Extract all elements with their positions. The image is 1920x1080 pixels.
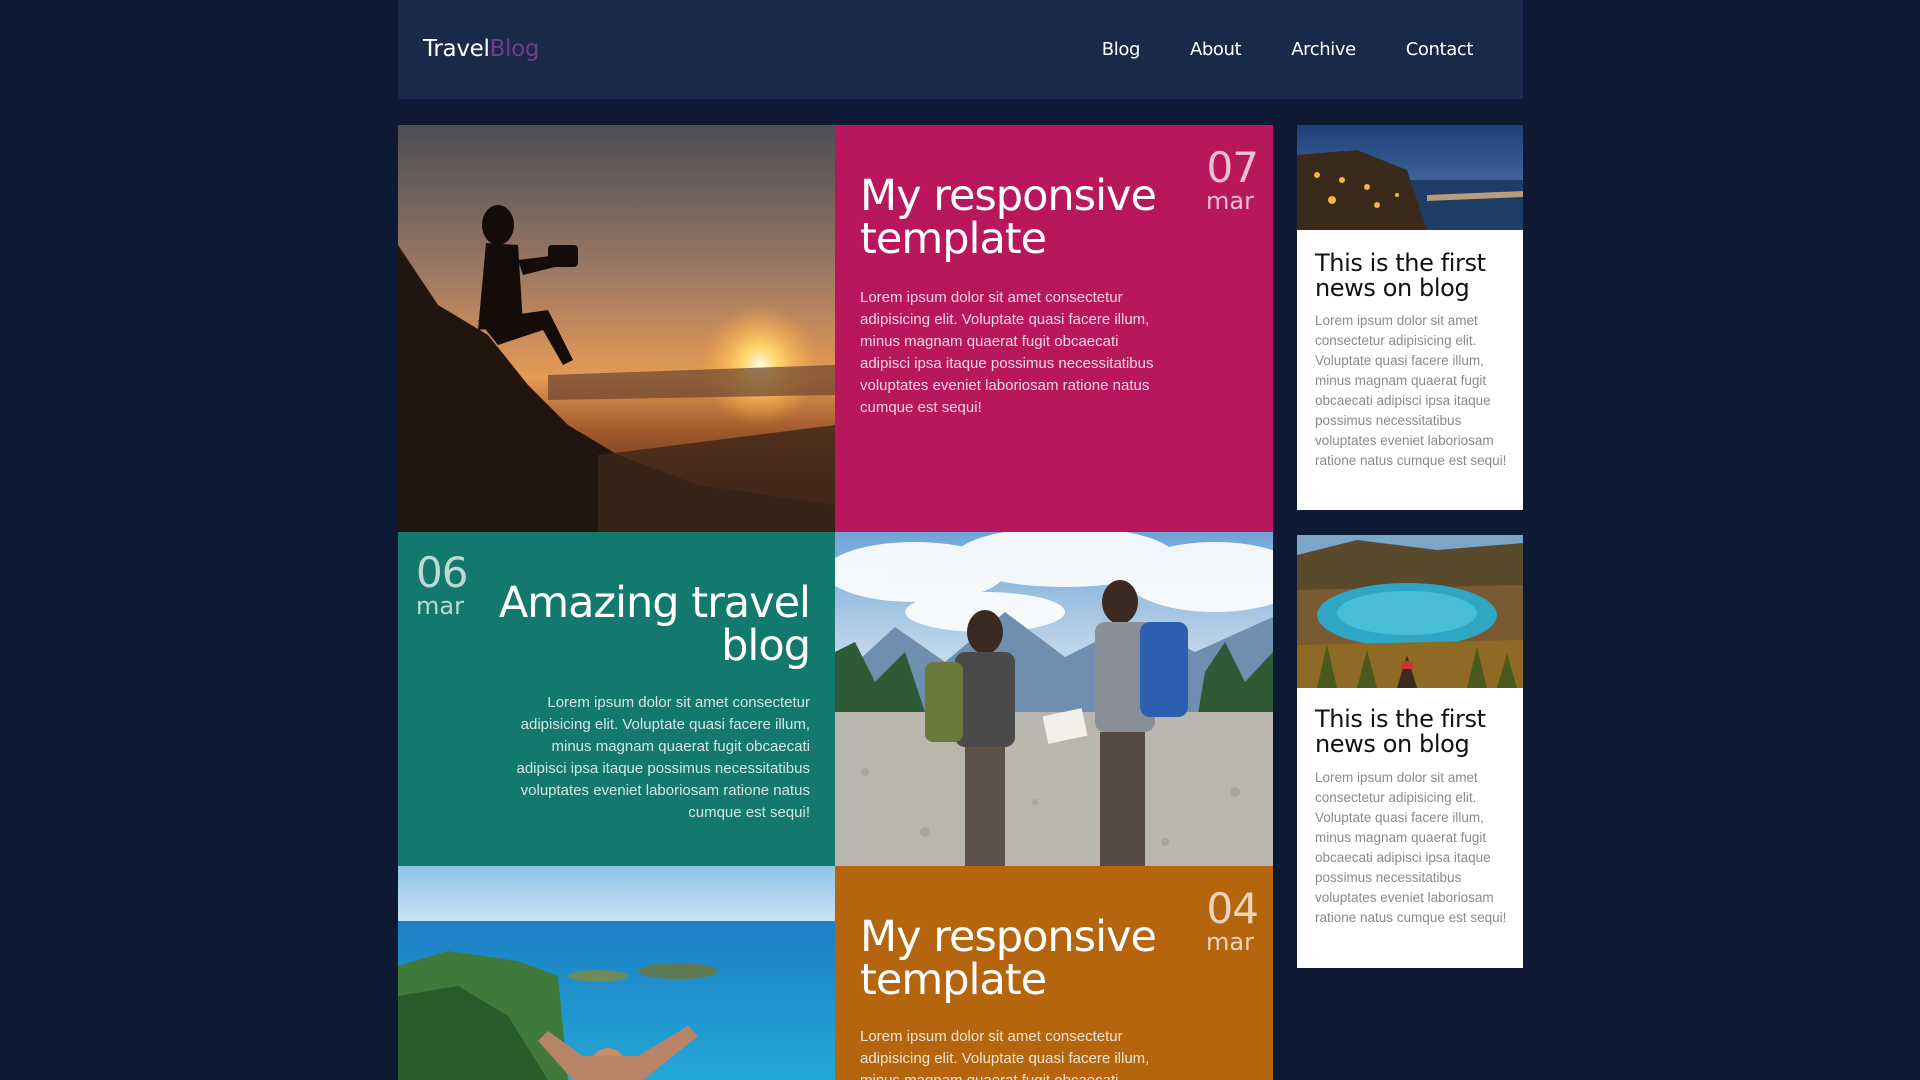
site-header: TravelBlog Blog About Archive Contact bbox=[398, 0, 1523, 99]
nav-link-archive[interactable]: Archive bbox=[1291, 39, 1356, 60]
sidebar-news-excerpt: Lorem ipsum dolor sit amet consectetur a… bbox=[1315, 770, 1507, 925]
post-date-month: mar bbox=[416, 592, 464, 620]
post-title[interactable]: Amazing travel blog bbox=[498, 578, 811, 671]
hikers-illustration bbox=[835, 532, 1273, 866]
sidebar-news-title-line: This is the first bbox=[1315, 249, 1486, 277]
post-title[interactable]: My responsive template bbox=[860, 912, 1157, 1005]
island-view-image[interactable] bbox=[398, 866, 835, 1080]
post-date-month: mar bbox=[1206, 187, 1254, 215]
site-logo[interactable]: TravelBlog bbox=[423, 36, 540, 62]
sidebar-news-card-1[interactable]: This is the first news on blog Lorem ips… bbox=[1297, 125, 1523, 510]
post-date-day: 04 bbox=[1206, 884, 1259, 933]
sunset-illustration bbox=[398, 125, 835, 532]
photographer-sunset-image[interactable] bbox=[398, 125, 835, 532]
logo-accent-text: Blog bbox=[489, 36, 540, 62]
post-title-line: Amazing travel bbox=[498, 578, 811, 628]
post-date-month: mar bbox=[1206, 928, 1254, 956]
hikers-map-image[interactable] bbox=[835, 532, 1273, 866]
nav-link-contact[interactable]: Contact bbox=[1406, 39, 1474, 60]
mountain-lake-image[interactable] bbox=[1297, 535, 1523, 688]
sidebar-news-title-line: This is the first bbox=[1315, 705, 1486, 733]
resort-illustration bbox=[1297, 125, 1523, 230]
post-card-3[interactable]: My responsive template 04 mar Lorem ipsu… bbox=[835, 866, 1273, 1080]
nav-link-about[interactable]: About bbox=[1190, 39, 1242, 60]
post-excerpt: Lorem ipsum dolor sit amet consectetur a… bbox=[860, 1028, 1150, 1080]
post-title-line: template bbox=[860, 955, 1047, 1005]
post-card-1[interactable]: My responsive template 07 mar Lorem ipsu… bbox=[835, 125, 1273, 532]
nav-link-blog[interactable]: Blog bbox=[1102, 39, 1141, 60]
post-excerpt: Lorem ipsum dolor sit amet consectetur a… bbox=[516, 694, 811, 821]
post-title-line: My responsive bbox=[860, 912, 1157, 962]
sidebar-news-title-line: news on blog bbox=[1315, 274, 1470, 302]
sidebar-news-title[interactable]: This is the first news on blog bbox=[1315, 251, 1486, 301]
main-nav: Blog About Archive Contact bbox=[1052, 39, 1474, 60]
post-title-line: template bbox=[860, 214, 1047, 264]
sidebar-news-card-2[interactable]: This is the first news on blog Lorem ips… bbox=[1297, 535, 1523, 968]
post-date-day: 07 bbox=[1206, 143, 1259, 192]
post-date-day: 06 bbox=[416, 548, 468, 597]
logo-main-text: Travel bbox=[423, 36, 490, 62]
sidebar-news-excerpt: Lorem ipsum dolor sit amet consectetur a… bbox=[1315, 313, 1507, 468]
post-title-line: blog bbox=[721, 621, 811, 671]
post-card-2[interactable]: 06 mar Amazing travel blog Lorem ipsum d… bbox=[398, 532, 835, 866]
resort-night-image[interactable] bbox=[1297, 125, 1523, 230]
sidebar-news-title-line: news on blog bbox=[1315, 730, 1470, 758]
post-title-line: My responsive bbox=[860, 171, 1157, 221]
post-title[interactable]: My responsive template bbox=[860, 171, 1157, 264]
island-illustration bbox=[398, 866, 835, 1080]
post-excerpt: Lorem ipsum dolor sit amet consectetur a… bbox=[860, 289, 1154, 416]
lake-illustration bbox=[1297, 535, 1523, 688]
sidebar-news-title[interactable]: This is the first news on blog bbox=[1315, 707, 1486, 757]
